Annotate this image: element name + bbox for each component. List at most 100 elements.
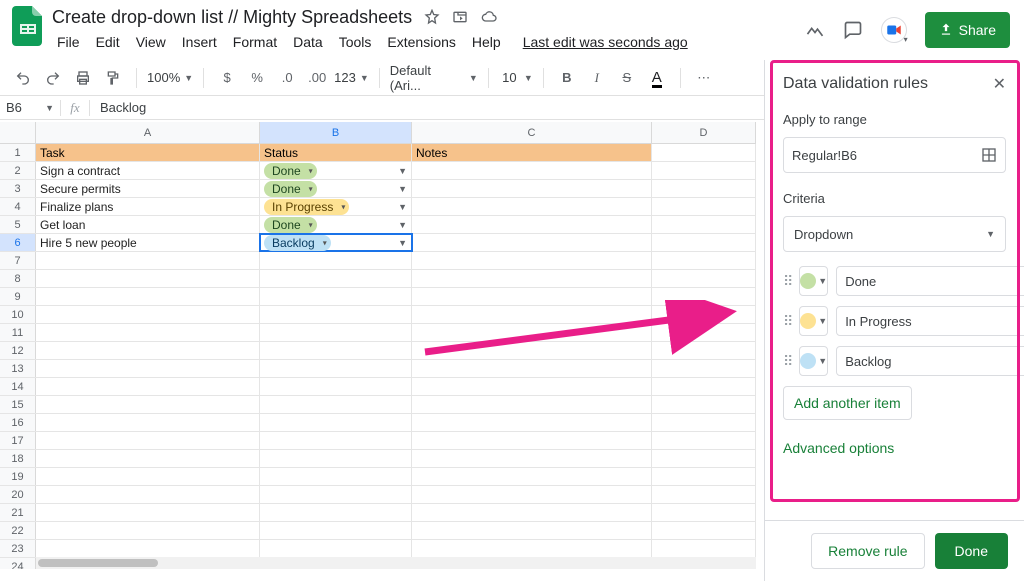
row-header[interactable]: 7 [0, 252, 36, 269]
spreadsheet-grid[interactable]: A B C D 1 Task Status Notes 2 Sign a con… [0, 122, 756, 569]
cell[interactable] [652, 432, 756, 449]
cell[interactable] [36, 288, 260, 305]
increase-decimal-icon[interactable]: .00 [304, 65, 330, 91]
cell[interactable]: Hire 5 new people [36, 234, 260, 251]
last-edit-link[interactable]: Last edit was seconds ago [518, 32, 693, 52]
cell[interactable] [260, 306, 412, 323]
zoom-select[interactable]: 100%▼ [147, 70, 193, 85]
cell[interactable] [652, 198, 756, 215]
cell[interactable] [36, 252, 260, 269]
cell[interactable] [412, 270, 652, 287]
text-color-icon[interactable]: A [644, 65, 670, 91]
font-family-select[interactable]: Default (Ari...▼ [390, 63, 478, 93]
name-box[interactable]: B6▼ [0, 100, 60, 115]
menu-data[interactable]: Data [288, 32, 328, 52]
cell[interactable] [652, 540, 756, 557]
number-format-select[interactable]: 123▼ [334, 70, 369, 85]
color-picker[interactable]: ▼ [799, 306, 828, 336]
cell[interactable] [652, 522, 756, 539]
activity-icon[interactable] [805, 20, 825, 40]
row-header[interactable]: 3 [0, 180, 36, 197]
row-header[interactable]: 4 [0, 198, 36, 215]
cell[interactable] [260, 360, 412, 377]
cell[interactable] [412, 198, 652, 215]
row-header[interactable]: 2 [0, 162, 36, 179]
drag-handle-icon[interactable]: ⠿ [783, 353, 791, 370]
cell[interactable] [260, 540, 412, 557]
cell[interactable] [412, 504, 652, 521]
dropdown-cell[interactable]: Done▼ [260, 162, 412, 179]
cell[interactable] [36, 414, 260, 431]
cell[interactable] [260, 396, 412, 413]
bold-icon[interactable]: B [554, 65, 580, 91]
undo-icon[interactable] [10, 65, 36, 91]
cell[interactable] [36, 468, 260, 485]
share-button[interactable]: Share [925, 12, 1010, 48]
menu-format[interactable]: Format [228, 32, 282, 52]
row-header[interactable]: 9 [0, 288, 36, 305]
cell[interactable] [412, 342, 652, 359]
row-header[interactable]: 12 [0, 342, 36, 359]
cell[interactable] [412, 414, 652, 431]
row-header[interactable]: 8 [0, 270, 36, 287]
cell[interactable] [412, 450, 652, 467]
option-value-input[interactable] [836, 306, 1024, 336]
cell[interactable] [260, 450, 412, 467]
done-button[interactable]: Done [935, 533, 1008, 569]
cell[interactable] [412, 216, 652, 233]
decrease-decimal-icon[interactable]: .0 [274, 65, 300, 91]
close-icon[interactable]: ✕ [993, 74, 1006, 94]
menu-extensions[interactable]: Extensions [382, 32, 460, 52]
row-header[interactable]: 19 [0, 468, 36, 485]
cell[interactable] [412, 486, 652, 503]
row-header[interactable]: 18 [0, 450, 36, 467]
cell[interactable] [652, 270, 756, 287]
cell[interactable]: Sign a contract [36, 162, 260, 179]
dropdown-cell[interactable]: Backlog▼ [260, 234, 412, 251]
cell[interactable] [36, 306, 260, 323]
cell[interactable] [652, 468, 756, 485]
star-icon[interactable] [424, 9, 440, 25]
row-header[interactable]: 14 [0, 378, 36, 395]
cell[interactable] [412, 306, 652, 323]
cell[interactable] [36, 486, 260, 503]
row-header[interactable]: 22 [0, 522, 36, 539]
row-header[interactable]: 17 [0, 432, 36, 449]
cell[interactable] [412, 162, 652, 179]
cell[interactable] [36, 504, 260, 521]
row-header[interactable]: 10 [0, 306, 36, 323]
cell[interactable] [260, 342, 412, 359]
cell[interactable] [412, 540, 652, 557]
color-picker[interactable]: ▼ [799, 346, 828, 376]
col-header-A[interactable]: A [36, 122, 260, 143]
cell[interactable] [412, 360, 652, 377]
more-icon[interactable]: ⋯ [691, 65, 717, 91]
remove-rule-button[interactable]: Remove rule [811, 533, 924, 569]
cell[interactable] [260, 288, 412, 305]
cell[interactable] [652, 324, 756, 341]
cell[interactable] [652, 144, 756, 161]
cell[interactable] [36, 522, 260, 539]
row-header[interactable]: 24 [0, 558, 36, 569]
cell[interactable] [260, 378, 412, 395]
document-title[interactable]: Create drop-down list // Mighty Spreadsh… [52, 7, 412, 28]
cell[interactable] [652, 342, 756, 359]
cell[interactable] [412, 180, 652, 197]
move-icon[interactable] [452, 9, 468, 25]
sheets-logo[interactable] [8, 6, 48, 46]
cell[interactable] [652, 234, 756, 251]
cloud-status-icon[interactable] [480, 9, 498, 25]
cell[interactable] [652, 252, 756, 269]
strikethrough-icon[interactable]: S [614, 65, 640, 91]
cell[interactable]: Task [36, 144, 260, 161]
cell[interactable] [412, 522, 652, 539]
row-header[interactable]: 5 [0, 216, 36, 233]
currency-icon[interactable]: $ [214, 65, 240, 91]
formula-value[interactable]: Backlog [90, 100, 156, 115]
cell[interactable] [652, 486, 756, 503]
cell[interactable] [652, 216, 756, 233]
add-item-button[interactable]: Add another item [783, 386, 912, 420]
advanced-options-link[interactable]: Advanced options [783, 436, 1006, 460]
row-header[interactable]: 23 [0, 540, 36, 557]
menu-tools[interactable]: Tools [334, 32, 377, 52]
